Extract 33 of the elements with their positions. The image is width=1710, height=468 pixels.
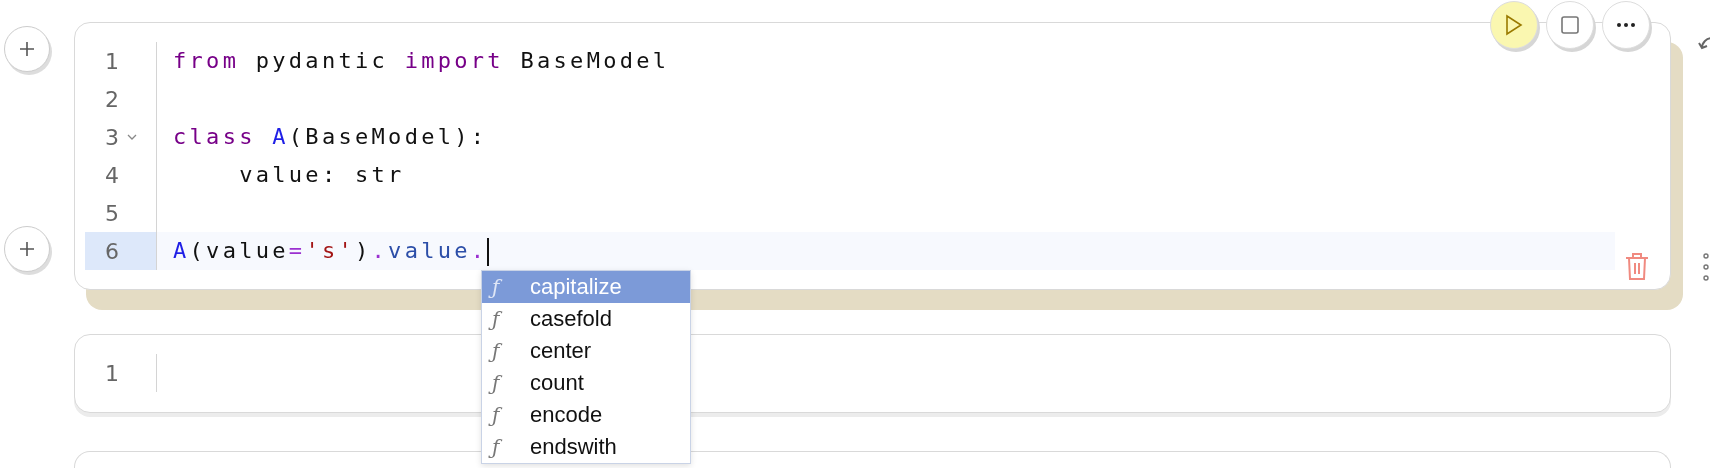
- line-number: 4: [104, 162, 119, 188]
- line-number: 1: [104, 48, 119, 74]
- plus-icon: [18, 40, 36, 58]
- line-number: 1: [104, 360, 119, 386]
- fold-caret-icon[interactable]: [125, 132, 139, 142]
- completion-label: casefold: [530, 306, 612, 332]
- completion-label: capitalize: [530, 274, 622, 300]
- more-icon: [1615, 22, 1637, 28]
- add-cell-button[interactable]: [4, 226, 50, 272]
- delete-icon[interactable]: [1624, 251, 1650, 281]
- code-line[interactable]: class A(BaseModel):: [157, 118, 1615, 156]
- line-number: 5: [104, 200, 119, 226]
- plus-icon: [18, 240, 36, 258]
- completion-item[interactable]: ƒ encode: [482, 399, 690, 431]
- completion-item[interactable]: ƒ count: [482, 367, 690, 399]
- run-button[interactable]: [1490, 1, 1538, 49]
- completion-label: center: [530, 338, 592, 364]
- line-number: 6: [104, 238, 119, 264]
- completion-item[interactable]: ƒ endswith: [482, 431, 690, 463]
- completion-item[interactable]: ƒ center: [482, 335, 690, 367]
- play-icon: [1504, 14, 1524, 36]
- stop-icon: [1560, 15, 1580, 35]
- line-number: 3: [104, 124, 119, 150]
- completion-label: encode: [530, 402, 603, 428]
- stop-button[interactable]: [1546, 1, 1594, 49]
- line-number: 2: [104, 86, 119, 112]
- code-line[interactable]: value: str: [157, 156, 1615, 194]
- completion-item[interactable]: ƒ casefold: [482, 303, 690, 335]
- completion-label: endswith: [530, 434, 617, 460]
- more-button[interactable]: [1602, 1, 1650, 49]
- code-line[interactable]: from pydantic import BaseModel: [157, 42, 1615, 80]
- completion-label: count: [530, 370, 584, 396]
- add-cell-button[interactable]: [4, 26, 50, 72]
